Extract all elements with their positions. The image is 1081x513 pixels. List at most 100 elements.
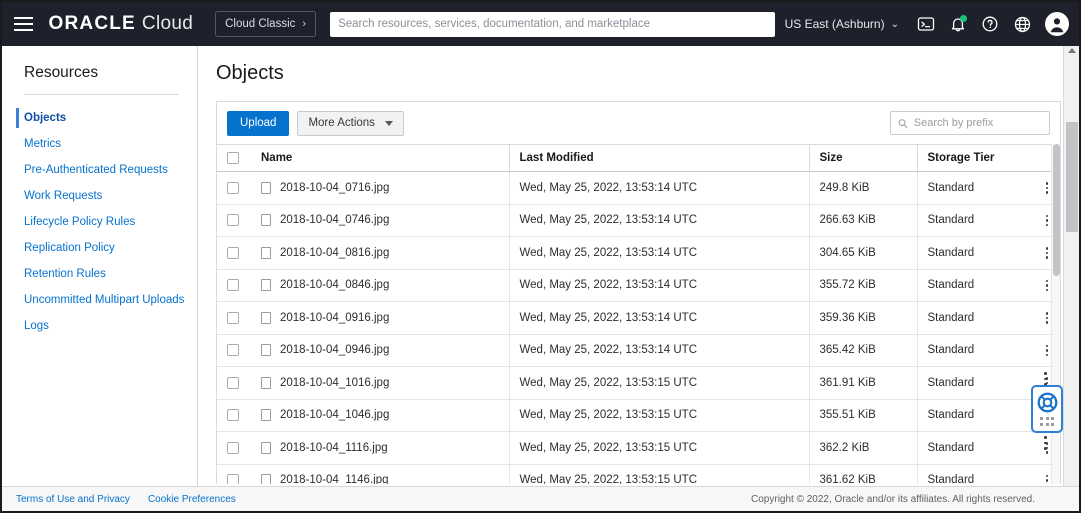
table-row[interactable]: 2018-10-04_1016.jpg Wed, May 25, 2022, 13… [217,366,1060,400]
cell-size: 361.91 KiB [809,366,918,400]
prefix-search-box[interactable] [890,111,1050,135]
row-checkbox[interactable] [227,441,239,454]
kebab-menu-icon[interactable] [1044,343,1050,359]
kebab-menu-icon[interactable] [1044,278,1050,294]
terms-of-use-link[interactable]: Terms of Use and Privacy [16,494,130,505]
kebab-menu-icon[interactable] [1044,310,1050,326]
sidebar-item-label: Pre-Authenticated Requests [24,164,168,176]
cell-last-modified: Wed, May 25, 2022, 13:53:14 UTC [509,269,810,303]
cell-name: 2018-10-04_0946.jpg [251,334,510,368]
table-row[interactable]: 2018-10-04_0846.jpg Wed, May 25, 2022, 13… [217,269,1060,303]
cell-last-modified: Wed, May 25, 2022, 13:53:15 UTC [509,431,810,465]
object-name-link[interactable]: 2018-10-04_1046.jpg [280,409,389,421]
file-icon [261,409,271,422]
row-checkbox[interactable] [227,474,239,484]
cell-storage-tier: Standard [917,301,1034,335]
file-icon [261,279,271,292]
file-icon [261,474,271,484]
row-checkbox[interactable] [227,181,239,194]
table-row[interactable]: 2018-10-04_0946.jpg Wed, May 25, 2022, 13… [217,334,1060,368]
user-avatar-icon[interactable] [1045,12,1069,36]
globe-language-icon[interactable] [1007,9,1037,39]
object-name-link[interactable]: 2018-10-04_1116.jpg [280,442,388,454]
table-row[interactable]: 2018-10-04_1046.jpg Wed, May 25, 2022, 13… [217,399,1060,433]
cell-storage-tier: Standard [917,236,1034,270]
cell-size: 359.36 KiB [809,301,918,335]
hamburger-menu-icon[interactable] [2,2,45,46]
sidebar-item-uncommitted-multipart-uploads[interactable]: Uncommitted Multipart Uploads [2,287,197,313]
object-name-link[interactable]: 2018-10-04_0916.jpg [280,312,389,324]
object-name-link[interactable]: 2018-10-04_1146.jpg [280,474,389,484]
sidebar-item-pre-authenticated-requests[interactable]: Pre-Authenticated Requests [2,157,197,183]
help-question-icon[interactable] [975,9,1005,39]
global-search-box[interactable] [330,11,775,37]
object-name-link[interactable]: 2018-10-04_0816.jpg [280,247,389,259]
table-row[interactable]: 2018-10-04_0746.jpg Wed, May 25, 2022, 13… [217,204,1060,238]
page-title: Objects [216,62,284,84]
more-actions-button[interactable]: More Actions [297,110,404,136]
widget-drag-handle-top[interactable] [1044,372,1047,386]
object-name-link[interactable]: 2018-10-04_0716.jpg [280,182,389,194]
column-header-name[interactable]: Name [251,144,510,173]
sidebar-item-work-requests[interactable]: Work Requests [2,183,197,209]
kebab-menu-icon[interactable] [1044,473,1050,484]
cloud-classic-button[interactable]: Cloud Classic › [215,11,317,37]
object-name-link[interactable]: 2018-10-04_0946.jpg [280,344,389,356]
row-select-cell [217,171,251,205]
row-checkbox[interactable] [227,409,239,422]
drag-dots-handle-icon [1040,417,1054,426]
table-row[interactable]: 2018-10-04_0716.jpg Wed, May 25, 2022, 13… [217,171,1060,205]
notifications-bell-icon[interactable] [943,9,973,39]
row-checkbox[interactable] [227,279,239,292]
cloud-shell-icon[interactable] [911,9,941,39]
table-row[interactable]: 2018-10-04_1146.jpg Wed, May 25, 2022, 13… [217,464,1060,484]
table-row[interactable]: 2018-10-04_0816.jpg Wed, May 25, 2022, 13… [217,236,1060,270]
kebab-menu-icon[interactable] [1044,245,1050,261]
row-checkbox[interactable] [227,376,239,389]
row-checkbox[interactable] [227,214,239,227]
chevron-down-icon [384,120,393,126]
table-scrollbar-thumb[interactable] [1053,144,1060,276]
cell-last-modified: Wed, May 25, 2022, 13:53:14 UTC [509,301,810,335]
column-header-storage-tier[interactable]: Storage Tier [917,144,1034,173]
cell-name: 2018-10-04_1016.jpg [251,366,510,400]
column-header-size[interactable]: Size [809,144,918,173]
brand-cloud-text: Cloud [141,13,194,34]
select-all-checkbox[interactable] [227,152,239,164]
row-checkbox[interactable] [227,246,239,259]
prefix-search-input[interactable] [913,117,1042,129]
object-name-link[interactable]: 2018-10-04_0746.jpg [280,214,389,226]
object-name-link[interactable]: 2018-10-04_0846.jpg [280,279,389,291]
column-header-last-modified[interactable]: Last Modified [509,144,810,173]
sidebar-item-lifecycle-policy-rules[interactable]: Lifecycle Policy Rules [2,209,197,235]
cookie-preferences-link[interactable]: Cookie Preferences [148,494,236,505]
sidebar-item-metrics[interactable]: Metrics [2,131,197,157]
support-help-widget[interactable] [1031,385,1063,433]
upload-button[interactable]: Upload [227,110,290,136]
widget-drag-handle-bottom[interactable] [1044,436,1047,450]
page-scrollbar-thumb[interactable] [1066,122,1078,232]
sidebar-item-objects[interactable]: Objects [2,105,197,131]
cell-size: 361.62 KiB [809,464,918,484]
table-row[interactable]: 2018-10-04_1116.jpg Wed, May 25, 2022, 13… [217,431,1060,465]
sidebar-item-replication-policy[interactable]: Replication Policy [2,235,197,261]
region-label: US East (Ashburn) [784,17,885,31]
kebab-menu-icon[interactable] [1044,213,1050,229]
object-name-link[interactable]: 2018-10-04_1016.jpg [280,377,389,389]
page-vertical-scrollbar[interactable] [1063,46,1079,486]
table-vertical-scrollbar[interactable] [1051,144,1060,484]
cell-storage-tier: Standard [917,334,1034,368]
row-checkbox[interactable] [227,344,239,357]
table-row[interactable]: 2018-10-04_0916.jpg Wed, May 25, 2022, 13… [217,301,1060,335]
row-checkbox[interactable] [227,311,239,324]
kebab-menu-icon[interactable] [1044,180,1050,196]
region-selector[interactable]: US East (Ashburn) ⌄ [775,17,909,31]
sidebar-item-label: Uncommitted Multipart Uploads [24,294,185,306]
more-actions-label: More Actions [308,117,375,129]
row-select-cell [217,464,251,484]
sidebar-item-retention-rules[interactable]: Retention Rules [2,261,197,287]
scroll-up-arrow-icon[interactable] [1068,48,1076,53]
sidebar-item-logs[interactable]: Logs [2,313,197,339]
cell-name: 2018-10-04_1146.jpg [251,464,510,484]
global-search-input[interactable] [338,18,767,30]
